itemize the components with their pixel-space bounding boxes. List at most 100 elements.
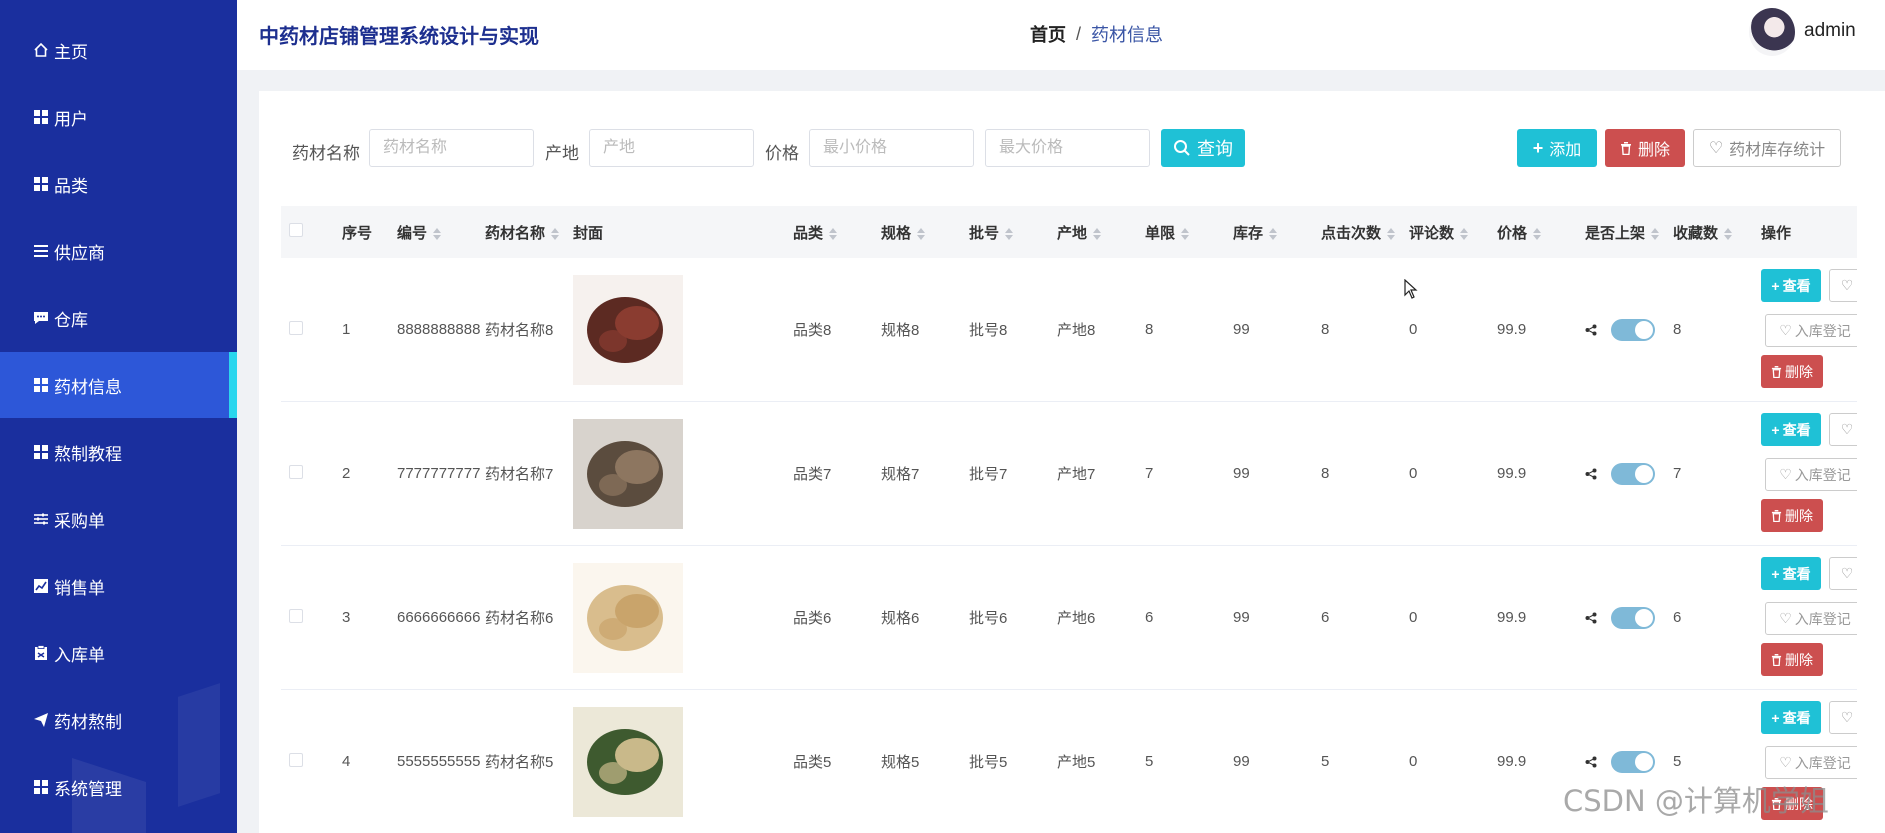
row-checkbox-cell: [281, 402, 342, 546]
cell-spec: 规格6: [881, 610, 920, 627]
col-spec[interactable]: 规格: [881, 206, 969, 258]
col-stock[interactable]: 库存: [1233, 206, 1321, 258]
select-all-checkbox[interactable]: [289, 223, 303, 237]
stock-in-button[interactable]: ♡ 入库登记: [1765, 458, 1857, 491]
col-batch[interactable]: 批号: [969, 206, 1057, 258]
sidebar-item[interactable]: 熬制教程: [0, 419, 237, 485]
sort-icon[interactable]: [1181, 227, 1190, 240]
row-delete-button[interactable]: 删除: [1761, 499, 1823, 532]
trash-icon: [1771, 653, 1782, 666]
sidebar-item[interactable]: 药材信息: [0, 352, 237, 418]
sort-icon[interactable]: [551, 227, 560, 240]
sort-icon[interactable]: [917, 227, 926, 240]
add-button[interactable]: + 添加: [1517, 129, 1597, 167]
max-price-input[interactable]: [985, 129, 1150, 167]
favorite-button[interactable]: ♡: [1829, 269, 1857, 302]
favorite-button[interactable]: ♡: [1829, 557, 1857, 590]
stock-stats-button-label: 药材库存统计: [1729, 142, 1826, 159]
cover-image: [573, 562, 683, 673]
origin-filter-input[interactable]: [589, 129, 754, 167]
username[interactable]: admin: [1804, 20, 1856, 42]
favorite-button[interactable]: ♡: [1829, 701, 1857, 734]
stock-in-button[interactable]: ♡ 入库登记: [1765, 602, 1857, 635]
row-checkbox-cell: [281, 690, 342, 833]
cell-category: 品类6: [793, 610, 832, 627]
sidebar-item[interactable]: 品类: [0, 151, 237, 217]
sidebar-item-label: 主页: [54, 42, 88, 62]
view-button[interactable]: + 查看: [1761, 557, 1821, 590]
stock-in-button[interactable]: ♡ 入库登记: [1765, 746, 1857, 779]
share-icon[interactable]: [1585, 468, 1597, 480]
col-origin[interactable]: 产地: [1057, 206, 1145, 258]
sidebar: 主页用户 品类 供应商 仓库 药材信息 熬制教程 采购单 销售单 入库单 药材熬制 系统管理: [0, 0, 237, 833]
row-checkbox[interactable]: [289, 752, 303, 767]
cell-stock: 99: [1233, 321, 1250, 338]
min-price-input[interactable]: [809, 129, 974, 167]
listed-toggle[interactable]: [1611, 462, 1655, 485]
sort-icon[interactable]: [1724, 227, 1733, 240]
sidebar-item[interactable]: 采购单: [0, 486, 237, 552]
col-category[interactable]: 品类: [793, 206, 881, 258]
query-button[interactable]: 查询: [1161, 129, 1245, 167]
view-button[interactable]: + 查看: [1761, 413, 1821, 446]
stock-stats-button[interactable]: ♡ 药材库存统计: [1693, 129, 1841, 167]
cell-comments: 0: [1409, 321, 1418, 338]
row-checkbox[interactable]: [289, 320, 303, 335]
sort-icon[interactable]: [1533, 227, 1542, 240]
sidebar-item[interactable]: 仓库: [0, 285, 237, 351]
stock-in-button[interactable]: ♡ 入库登记: [1765, 314, 1857, 347]
row-delete-button[interactable]: 删除: [1761, 643, 1823, 676]
col-price[interactable]: 价格: [1497, 206, 1585, 258]
sort-icon[interactable]: [1651, 227, 1660, 240]
view-button[interactable]: + 查看: [1761, 269, 1821, 302]
sidebar-item[interactable]: 主页: [0, 17, 237, 83]
sidebar-item[interactable]: 供应商: [0, 218, 237, 284]
col-favorites[interactable]: 收藏数: [1673, 206, 1761, 258]
cell-listed: [1585, 258, 1673, 402]
share-icon[interactable]: [1585, 612, 1597, 624]
name-filter-input[interactable]: [369, 129, 534, 167]
plus-icon: +: [1771, 709, 1780, 726]
sort-icon[interactable]: [1093, 227, 1102, 240]
col-clicks[interactable]: 点击次数: [1321, 206, 1409, 258]
view-button[interactable]: + 查看: [1761, 701, 1821, 734]
data-table: 序号 编号 药材名称 封面 品类 规格 批号 产地 单限 库存 点击次数 评论数…: [281, 206, 1857, 833]
share-icon[interactable]: [1585, 324, 1597, 336]
sidebar-item[interactable]: 用户: [0, 84, 237, 150]
plus-icon: +: [1771, 565, 1780, 582]
col-name[interactable]: 药材名称: [485, 206, 573, 258]
sort-icon[interactable]: [433, 227, 442, 240]
sort-icon[interactable]: [829, 227, 838, 240]
col-comments[interactable]: 评论数: [1409, 206, 1497, 258]
heart-icon: ♡: [1840, 709, 1854, 725]
avatar[interactable]: [1749, 8, 1795, 56]
stock-in-button-label: 入库登记: [1794, 466, 1851, 483]
cover-image: [573, 274, 683, 385]
sidebar-item[interactable]: 销售单: [0, 553, 237, 619]
sidebar-item[interactable]: 药材熬制: [0, 687, 237, 753]
listed-toggle[interactable]: [1611, 750, 1655, 773]
col-limit[interactable]: 单限: [1145, 206, 1233, 258]
col-listed[interactable]: 是否上架: [1585, 206, 1673, 258]
breadcrumb-home[interactable]: 首页: [1030, 21, 1066, 47]
row-checkbox-cell: [281, 546, 342, 690]
delete-button[interactable]: 删除: [1605, 129, 1685, 167]
row-checkbox[interactable]: [289, 464, 303, 479]
sort-icon[interactable]: [1387, 227, 1396, 240]
col-index: 序号: [342, 224, 373, 242]
row-delete-button[interactable]: 删除: [1761, 355, 1823, 388]
listed-toggle[interactable]: [1611, 318, 1655, 341]
heart-icon: ♡: [1840, 565, 1854, 581]
listed-toggle[interactable]: [1611, 606, 1655, 629]
row-checkbox[interactable]: [289, 608, 303, 623]
share-icon[interactable]: [1585, 756, 1597, 768]
sort-icon[interactable]: [1005, 227, 1014, 240]
favorite-button[interactable]: ♡: [1829, 413, 1857, 446]
sort-icon[interactable]: [1269, 227, 1278, 240]
col-code[interactable]: 编号: [397, 206, 485, 258]
cell-cover: [573, 402, 793, 546]
sidebar-item[interactable]: 系统管理: [0, 754, 237, 820]
sidebar-item[interactable]: 入库单: [0, 620, 237, 686]
cell-cover: [573, 546, 793, 690]
sort-icon[interactable]: [1460, 227, 1469, 240]
